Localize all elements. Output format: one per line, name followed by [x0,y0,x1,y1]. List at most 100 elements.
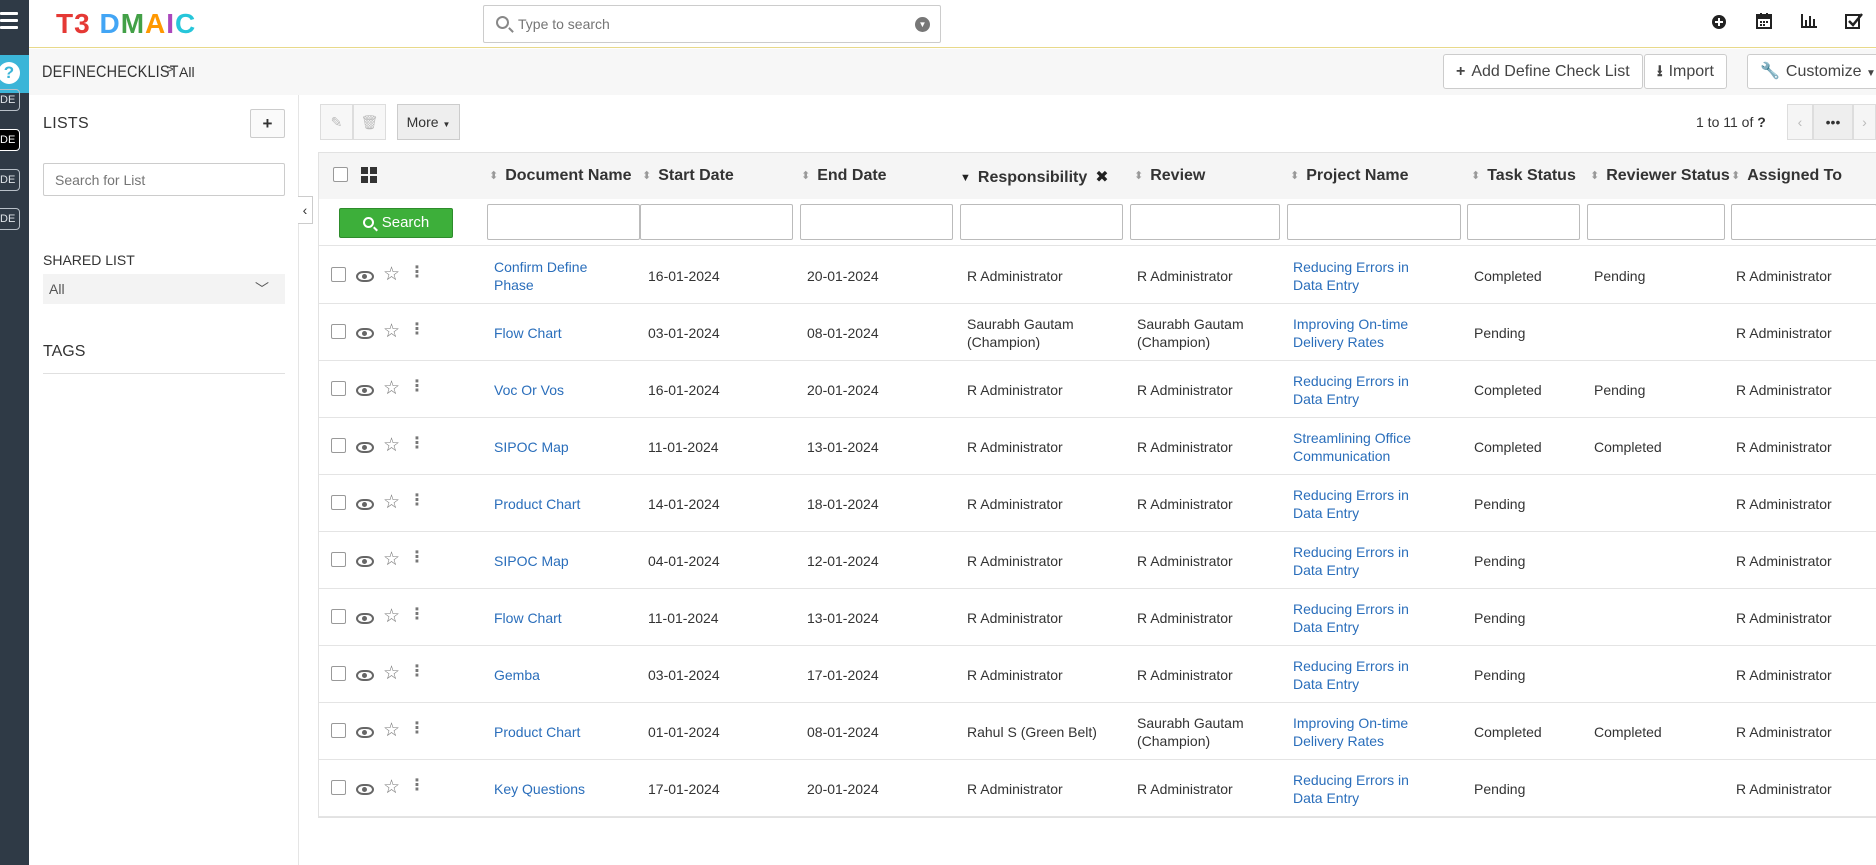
view-eye-icon[interactable] [356,328,374,339]
pager-more-button[interactable]: ••• [1813,104,1853,140]
column-header-document-name[interactable]: ⬍ Document Name [489,167,631,185]
table-row[interactable]: ☆ ⋮ Flow Chart 11-01-2024 13-01-2024 R A… [319,589,1876,646]
cell-project-name[interactable]: Reducing Errors in Data Entry [1293,486,1409,522]
view-eye-icon[interactable] [356,784,374,795]
column-header-project-name[interactable]: ⬍ Project Name [1290,167,1408,185]
favorite-star-icon[interactable]: ☆ [383,265,400,284]
view-eye-icon[interactable] [356,556,374,567]
table-row[interactable]: ☆ ⋮ Product Chart 01-01-2024 08-01-2024 … [319,703,1876,760]
collapse-panel-button[interactable]: ‹ [298,196,313,224]
filter-assigned-to[interactable] [1731,204,1876,240]
table-row[interactable]: ☆ ⋮ Product Chart 14-01-2024 18-01-2024 … [319,475,1876,532]
favorite-star-icon[interactable]: ☆ [383,664,400,683]
favorite-star-icon[interactable]: ☆ [383,778,400,797]
favorite-star-icon[interactable]: ☆ [383,607,400,626]
column-header-assigned-to[interactable]: ⬍ Assigned To [1731,167,1842,185]
bar-chart-icon[interactable] [1786,12,1831,36]
customize-button[interactable]: 🔧 Customize ▼ [1747,54,1876,89]
table-row[interactable]: ☆ ⋮ Flow Chart 03-01-2024 08-01-2024 Sau… [319,304,1876,361]
calendar-icon[interactable] [1741,12,1786,36]
cell-project-name[interactable]: Reducing Errors in Data Entry [1293,771,1409,807]
cell-project-name[interactable]: Streamlining Office Communication [1293,429,1411,465]
table-row[interactable]: ☆ ⋮ Confirm Define Phase 16-01-2024 20-01… [319,247,1876,304]
cell-project-name[interactable]: Improving On-time Delivery Rates [1293,714,1408,750]
row-actions-kebab-icon[interactable]: ⋮ [409,778,425,794]
cell-project-name[interactable]: Reducing Errors in Data Entry [1293,543,1409,579]
column-header-responsibility[interactable]: ▼ Responsibility ✖ [960,167,1109,187]
row-actions-kebab-icon[interactable]: ⋮ [409,436,425,452]
delete-button[interactable]: 🗑 [353,104,386,140]
column-header-review[interactable]: ⬍ Review [1134,167,1205,185]
clear-sort-icon[interactable]: ✖ [1095,169,1108,186]
filter-end-date[interactable] [800,204,953,240]
view-eye-icon[interactable] [356,385,374,396]
view-eye-icon[interactable] [356,271,374,282]
view-eye-icon[interactable] [356,499,374,510]
view-eye-icon[interactable] [356,442,374,453]
table-row[interactable]: ☆ ⋮ SIPOC Map 11-01-2024 13-01-2024 R Ad… [319,418,1876,475]
column-header-task-status[interactable]: ⬍ Task Status [1471,167,1576,185]
app-logo[interactable]: T3 DMAIC [56,8,196,40]
row-actions-kebab-icon[interactable]: ⋮ [409,322,425,338]
cell-document-name[interactable]: Product Chart [494,723,634,741]
column-header-reviewer-status[interactable]: ⬍ Reviewer Status [1590,167,1730,185]
row-checkbox[interactable] [331,324,346,339]
cell-document-name[interactable]: Flow Chart [494,609,634,627]
cell-project-name[interactable]: Improving On-time Delivery Rates [1293,315,1408,351]
view-eye-icon[interactable] [356,670,374,681]
cell-document-name[interactable]: Flow Chart [494,324,634,342]
rail-chip[interactable]: DE [0,169,20,191]
plus-circle-icon[interactable] [1696,12,1741,36]
select-all-checkbox[interactable] [333,167,348,182]
rail-chip[interactable]: DE [0,89,20,111]
row-checkbox[interactable] [331,723,346,738]
favorite-star-icon[interactable]: ☆ [383,436,400,455]
list-search-input[interactable] [43,163,285,196]
filter-project-name[interactable] [1287,204,1461,240]
search-button[interactable]: Search [339,208,453,238]
favorite-star-icon[interactable]: ☆ [383,721,400,740]
prev-page-button[interactable]: ‹ [1787,104,1813,140]
row-checkbox[interactable] [331,780,346,795]
cell-document-name[interactable]: Key Questions [494,780,634,798]
edit-button[interactable]: ✎ [320,104,353,140]
table-row[interactable]: ☆ ⋮ Key Questions 17-01-2024 20-01-2024 … [319,760,1876,817]
row-actions-kebab-icon[interactable]: ⋮ [409,607,425,623]
more-menu-button[interactable]: More ▼ [397,104,460,140]
add-list-button[interactable]: + [250,109,285,138]
filter-responsibility[interactable] [960,204,1123,240]
rail-chip[interactable]: DE [0,208,20,230]
row-checkbox[interactable] [331,609,346,624]
table-row[interactable]: ☆ ⋮ Gemba 03-01-2024 17-01-2024 R Admini… [319,646,1876,703]
row-checkbox[interactable] [331,438,346,453]
cell-project-name[interactable]: Reducing Errors in Data Entry [1293,657,1409,693]
favorite-star-icon[interactable]: ☆ [383,322,400,341]
global-search-input[interactable] [518,14,888,34]
cell-document-name[interactable]: Product Chart [494,495,634,513]
shared-list-select[interactable]: All ﹀ [43,274,285,304]
cell-project-name[interactable]: Reducing Errors in Data Entry [1293,372,1409,408]
cell-project-name[interactable]: Reducing Errors in Data Entry [1293,258,1409,294]
row-actions-kebab-icon[interactable]: ⋮ [409,265,425,281]
cell-document-name[interactable]: Gemba [494,666,634,684]
cell-document-name[interactable]: Voc Or Vos [494,381,634,399]
rail-chip-active[interactable]: DE [0,129,20,151]
filter-review[interactable] [1130,204,1280,240]
row-checkbox[interactable] [331,666,346,681]
breadcrumb-module[interactable]: DEFINECHECKLIST [42,62,179,82]
cell-document-name[interactable]: Confirm Define Phase [494,258,634,294]
hamburger-menu-icon[interactable] [0,12,18,33]
favorite-star-icon[interactable]: ☆ [383,493,400,512]
filter-reviewer-status[interactable] [1587,204,1725,240]
cell-document-name[interactable]: SIPOC Map [494,552,634,570]
column-header-end-date[interactable]: ⬍ End Date [801,167,887,185]
add-define-check-list-button[interactable]: + Add Define Check List [1443,54,1643,89]
row-actions-kebab-icon[interactable]: ⋮ [409,493,425,509]
global-search[interactable]: ▼ [483,5,941,43]
row-checkbox[interactable] [331,552,346,567]
favorite-star-icon[interactable]: ☆ [383,550,400,569]
filter-document-name[interactable] [487,204,640,240]
import-button[interactable]: ⭳ Import [1644,54,1727,89]
row-actions-kebab-icon[interactable]: ⋮ [409,379,425,395]
next-page-button[interactable]: › [1853,104,1876,140]
